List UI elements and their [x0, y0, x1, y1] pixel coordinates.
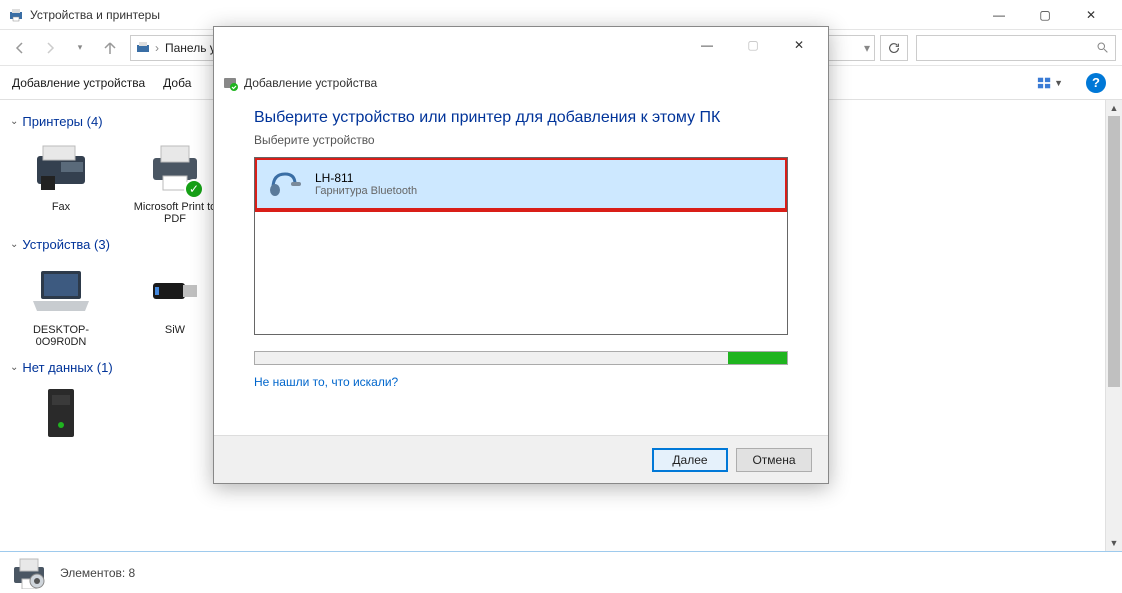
- search-box[interactable]: [916, 35, 1116, 61]
- device-label: DESKTOP-0O9R0DN: [16, 324, 106, 348]
- device-label: Microsoft Print to PDF: [130, 201, 220, 225]
- dialog-subheading: Выберите устройство: [254, 133, 788, 147]
- scroll-up-icon[interactable]: ▲: [1106, 100, 1122, 116]
- breadcrumb-sep: ›: [155, 41, 159, 55]
- device-unknown[interactable]: [16, 383, 106, 447]
- group-label: Нет данных (1): [22, 360, 112, 375]
- status-text: Элементов: 8: [60, 566, 135, 580]
- chevron-down-icon: ⌄: [10, 362, 18, 373]
- group-label: Принтеры (4): [22, 114, 102, 129]
- devices-printers-icon: [135, 40, 151, 56]
- address-dropdown-chevron[interactable]: ▾: [864, 41, 870, 55]
- device-fax[interactable]: Fax: [16, 137, 106, 225]
- scroll-down-icon[interactable]: ▼: [1106, 535, 1122, 551]
- device-siw[interactable]: SiW: [130, 260, 220, 348]
- usb-drive-icon: [140, 260, 210, 320]
- view-options-button[interactable]: ▼: [1036, 71, 1064, 95]
- device-label: Fax: [16, 201, 106, 213]
- chevron-down-icon: ⌄: [10, 116, 18, 127]
- tower-icon: [26, 383, 96, 443]
- scrollbar-thumb[interactable]: [1108, 116, 1120, 387]
- device-ms-print-pdf[interactable]: ✓ Microsoft Print to PDF: [130, 137, 220, 225]
- recent-dropdown[interactable]: ▾: [66, 34, 94, 62]
- devices-printers-icon: [8, 7, 24, 23]
- add-device-wizard-icon: [222, 75, 238, 91]
- progress-fill: [728, 352, 787, 364]
- not-found-link[interactable]: Не нашли то, что искали?: [254, 375, 398, 389]
- default-check-icon: ✓: [184, 179, 204, 199]
- vertical-scrollbar[interactable]: ▲ ▼: [1105, 100, 1122, 551]
- next-button[interactable]: Далее: [652, 448, 728, 472]
- chevron-down-icon: ⌄: [10, 239, 18, 250]
- scan-progress-bar: [254, 351, 788, 365]
- fax-icon: [26, 137, 96, 197]
- cancel-button[interactable]: Отмена: [736, 448, 812, 472]
- device-entry-lh811[interactable]: LH-811 Гарнитура Bluetooth: [255, 158, 787, 210]
- maximize-button[interactable]: ▢: [1022, 0, 1068, 30]
- discovered-device-list[interactable]: LH-811 Гарнитура Bluetooth: [254, 157, 788, 335]
- minimize-button[interactable]: —: [976, 0, 1022, 30]
- laptop-icon: [26, 260, 96, 320]
- add-device-command[interactable]: Добавление устройства: [12, 76, 145, 90]
- device-label: SiW: [130, 324, 220, 336]
- dialog-minimize-button[interactable]: —: [684, 30, 730, 60]
- search-input[interactable]: [923, 41, 1096, 55]
- dialog-footer: Далее Отмена: [214, 435, 828, 483]
- add-printer-command-truncated[interactable]: Доба: [163, 76, 191, 90]
- device-entry-name: LH-811: [315, 171, 417, 185]
- close-button[interactable]: ✕: [1068, 0, 1114, 30]
- help-button[interactable]: ?: [1082, 71, 1110, 95]
- dialog-close-button[interactable]: ✕: [776, 30, 822, 60]
- back-button[interactable]: [6, 34, 34, 62]
- dialog-heading: Выберите устройство или принтер для доба…: [254, 109, 788, 127]
- device-entry-type: Гарнитура Bluetooth: [315, 185, 417, 197]
- printer-icon: ✓: [140, 137, 210, 197]
- status-printer-icon: [10, 557, 48, 589]
- refresh-button[interactable]: [880, 35, 908, 61]
- bluetooth-headset-icon: [267, 168, 303, 200]
- dialog-title: Добавление устройства: [244, 76, 377, 90]
- up-button[interactable]: [96, 34, 124, 62]
- dialog-titlebar: — ▢ ✕: [214, 27, 828, 63]
- forward-button[interactable]: [36, 34, 64, 62]
- window-title: Устройства и принтеры: [30, 8, 976, 22]
- add-device-dialog: — ▢ ✕ Добавление устройства Выберите уст…: [213, 26, 829, 484]
- status-bar: Элементов: 8: [0, 551, 1122, 593]
- group-label: Устройства (3): [22, 237, 110, 252]
- search-icon: [1096, 41, 1109, 54]
- device-desktop[interactable]: DESKTOP-0O9R0DN: [16, 260, 106, 348]
- dialog-maximize-button[interactable]: ▢: [730, 30, 776, 60]
